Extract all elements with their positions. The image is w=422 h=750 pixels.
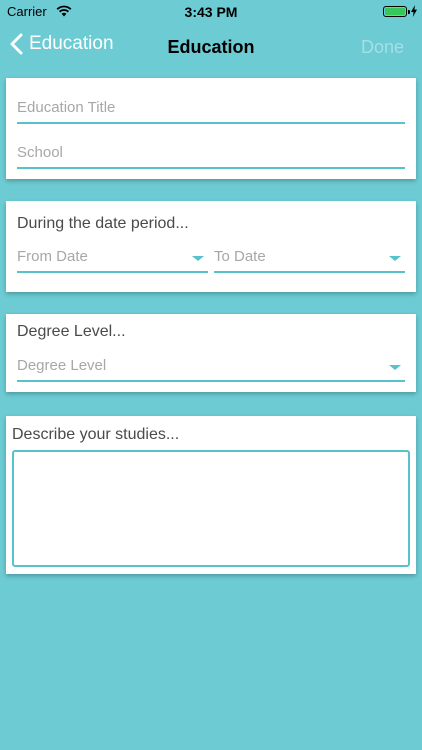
navigation-bar: Education Education Done xyxy=(0,24,422,70)
education-title-placeholder: Education Title xyxy=(17,99,116,116)
date-period-heading: During the date period... xyxy=(17,215,189,232)
school-placeholder: School xyxy=(17,144,63,161)
to-date-placeholder: To Date xyxy=(214,248,266,265)
clock-time: 3:43 PM xyxy=(184,4,238,20)
battery-tip xyxy=(408,10,410,14)
dropdown-caret-icon xyxy=(192,256,204,261)
done-button[interactable]: Done xyxy=(361,37,404,58)
from-date-dropdown[interactable]: From Date xyxy=(17,241,208,273)
charging-bolt-icon xyxy=(411,5,417,17)
dropdown-caret-icon xyxy=(389,365,401,370)
dropdown-caret-icon xyxy=(389,256,401,261)
studies-textarea[interactable] xyxy=(12,450,410,567)
to-date-dropdown[interactable]: To Date xyxy=(214,241,405,273)
status-bar: Carrier 3:43 PM xyxy=(0,0,422,24)
title-school-card: Education Title School xyxy=(6,78,416,179)
studies-heading: Describe your studies... xyxy=(12,426,180,443)
degree-level-placeholder: Degree Level xyxy=(17,357,107,374)
date-period-card: During the date period... From Date To D… xyxy=(6,201,416,292)
degree-level-dropdown[interactable]: Degree Level xyxy=(17,350,405,382)
studies-card: Describe your studies... xyxy=(6,416,416,574)
from-date-placeholder: From Date xyxy=(17,248,88,265)
degree-level-card: Degree Level... Degree Level xyxy=(6,314,416,392)
battery-icon xyxy=(383,6,407,17)
education-title-field[interactable]: Education Title xyxy=(17,90,405,124)
degree-level-heading: Degree Level... xyxy=(17,323,126,340)
school-field[interactable]: School xyxy=(17,135,405,169)
page-title: Education xyxy=(167,37,255,57)
